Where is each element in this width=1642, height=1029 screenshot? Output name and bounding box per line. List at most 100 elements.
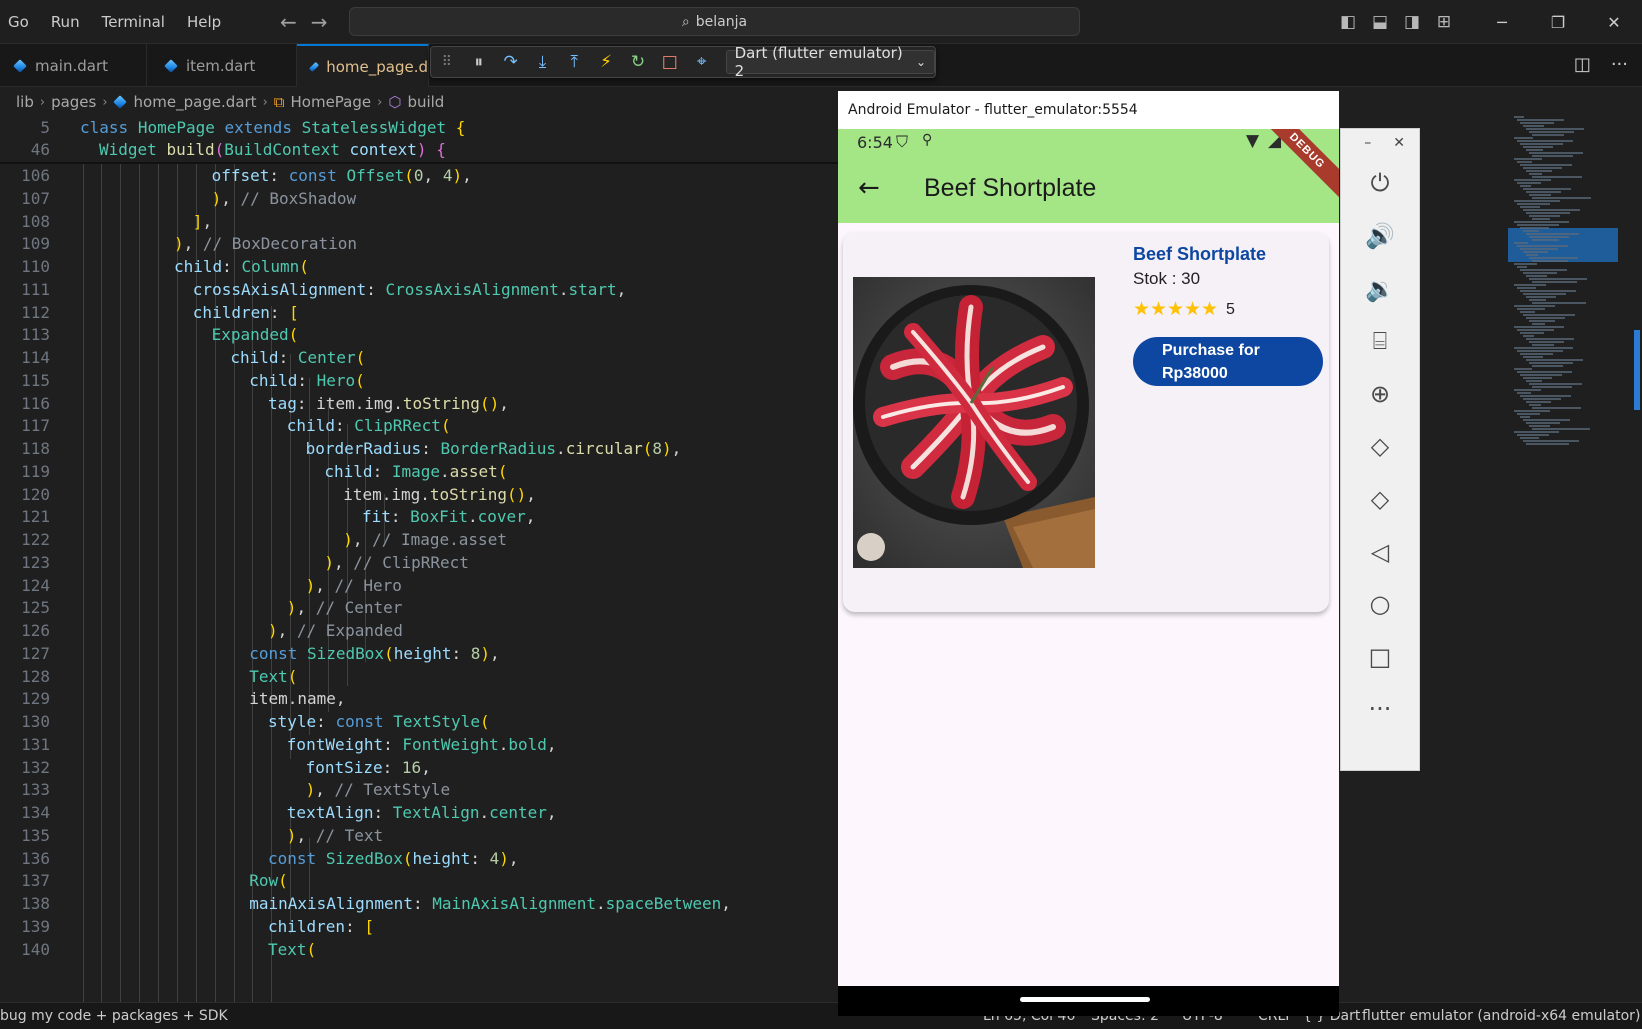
breadcrumb-class[interactable]: HomePage	[291, 93, 372, 111]
step-over-icon[interactable]: ↷	[495, 52, 527, 72]
breadcrumb-method[interactable]: build	[407, 93, 444, 111]
menu-help[interactable]: Help	[187, 13, 221, 31]
menu-terminal[interactable]: Terminal	[102, 13, 165, 31]
forward-arrow-icon[interactable]: →	[311, 10, 328, 34]
code-text: crossAxisAlignment: CrossAxisAlignment.s…	[192, 279, 627, 299]
code-line[interactable]: 123), // ClipRRect	[0, 551, 838, 575]
step-out-icon[interactable]: ⤒	[558, 52, 590, 72]
code-line[interactable]: 107), // BoxShadow	[0, 187, 838, 211]
code-line[interactable]: 125), // Center	[0, 596, 838, 620]
code-editor[interactable]: 5 class HomePage extends StatelessWidget…	[0, 116, 838, 1002]
minimap-line	[1529, 215, 1560, 217]
volume-up-icon[interactable]: 🔊	[1341, 222, 1419, 250]
toggle-secondary-sidebar-icon[interactable]: ◨	[1396, 12, 1428, 32]
volume-down-icon[interactable]: 🔉	[1341, 275, 1419, 303]
code-line[interactable]: 127 const SizedBox(height: 8),	[0, 642, 838, 666]
more-icon[interactable]: ···	[1341, 695, 1419, 723]
code-line[interactable]: 108],	[0, 210, 838, 234]
breadcrumb-file[interactable]: home_page.dart	[134, 93, 257, 111]
code-line[interactable]: 110 child: Column(	[0, 255, 838, 279]
toggle-sidebar-icon[interactable]: ◧	[1332, 12, 1364, 32]
camera-icon[interactable]: ⌸	[1341, 327, 1419, 355]
menu-run[interactable]: Run	[51, 13, 80, 31]
close-icon[interactable]: ✕	[1393, 135, 1405, 151]
home-icon[interactable]: ○	[1341, 590, 1419, 618]
tab-home-page-dart[interactable]: home_page.d	[297, 44, 429, 87]
back-arrow-icon[interactable]: ←	[280, 10, 297, 34]
code-line[interactable]: 120 item.img.toString(),	[0, 483, 838, 507]
status-debug-mode[interactable]: bug my code + packages + SDK	[0, 1008, 228, 1024]
code-line[interactable]: 116 tag: item.img.toString(),	[0, 392, 838, 416]
drag-handle-icon[interactable]: ⠿	[431, 54, 463, 70]
scrollbar-thumb[interactable]	[1634, 330, 1640, 410]
minimize-icon[interactable]: –	[1364, 135, 1371, 151]
code-line[interactable]: 118 borderRadius: BorderRadius.circular(8…	[0, 437, 838, 461]
code-line[interactable]: 109), // BoxDecoration	[0, 232, 838, 256]
restart-icon[interactable]: ↻	[622, 52, 654, 72]
emulator-title-bar[interactable]: Android Emulator - flutter_emulator:5554	[838, 91, 1339, 129]
back-icon[interactable]: ◁	[1341, 538, 1419, 566]
code-line[interactable]: 129 item.name,	[0, 687, 838, 711]
sticky-line-class[interactable]: class HomePage extends StatelessWidget {	[80, 118, 465, 137]
code-line[interactable]: 130 style: const TextStyle(	[0, 710, 838, 734]
close-icon[interactable]: ✕	[1586, 13, 1642, 32]
code-line[interactable]: 121 fit: BoxFit.cover,	[0, 505, 838, 529]
stop-icon[interactable]: □	[654, 52, 686, 72]
debug-target-select[interactable]: Dart (flutter emulator) 2 ⌄	[725, 44, 936, 80]
code-line[interactable]: 128 Text(	[0, 665, 838, 689]
code-line[interactable]: 115 child: Hero(	[0, 369, 838, 393]
code-line[interactable]: 138 mainAxisAlignment: MainAxisAlignment.…	[0, 892, 838, 916]
code-text: ), // Center	[286, 598, 403, 618]
code-line[interactable]: 122), // Image.asset	[0, 528, 838, 552]
code-line[interactable]: 132 fontSize: 16,	[0, 756, 838, 780]
split-editor-icon[interactable]: ◫	[1574, 54, 1591, 75]
code-line[interactable]: 139 children: [	[0, 915, 838, 939]
code-line[interactable]: 134 textAlign: TextAlign.center,	[0, 801, 838, 825]
code-line[interactable]: 111 crossAxisAlignment: CrossAxisAlignmen…	[0, 278, 838, 302]
more-actions-icon[interactable]: ···	[1611, 54, 1628, 75]
title-bar: Go Run Terminal Help ← → ⌕ belanja ◧ ⬓ ◨…	[0, 0, 1642, 44]
code-line[interactable]: 131 fontWeight: FontWeight.bold,	[0, 733, 838, 757]
code-line[interactable]: 136 const SizedBox(height: 4),	[0, 847, 838, 871]
hot-reload-icon[interactable]: ⚡	[590, 52, 622, 72]
power-icon[interactable]: ⏻	[1341, 169, 1419, 197]
home-gesture-handle[interactable]	[1020, 997, 1150, 1002]
code-line[interactable]: 112 children: [	[0, 301, 838, 325]
command-center-search[interactable]: ⌕ belanja	[349, 7, 1080, 36]
zoom-icon[interactable]: ⊕	[1341, 380, 1419, 408]
restore-icon[interactable]: ❐	[1530, 13, 1586, 32]
customize-layout-icon[interactable]: ⊞	[1428, 12, 1460, 32]
pause-icon[interactable]: ⏸	[463, 52, 495, 72]
product-image[interactable]	[853, 277, 1095, 568]
sticky-line-build[interactable]: Widget build(BuildContext context) {	[99, 140, 446, 159]
code-line[interactable]: 126), // Expanded	[0, 619, 838, 643]
code-line[interactable]: 140 Text(	[0, 938, 838, 962]
purchase-button[interactable]: Purchase for Rp38000	[1133, 337, 1323, 386]
code-line[interactable]: 124), // Hero	[0, 574, 838, 598]
overview-icon[interactable]: □	[1341, 643, 1419, 671]
rotate-right-icon[interactable]: ◇	[1341, 485, 1419, 513]
minimize-icon[interactable]: ─	[1474, 13, 1530, 32]
status-device[interactable]: flutter emulator (android-x64 emulator)	[1362, 1008, 1640, 1024]
step-into-icon[interactable]: ⤓	[527, 52, 559, 72]
code-line[interactable]: 133), // TextStyle	[0, 778, 838, 802]
code-line[interactable]: 137 Row(	[0, 869, 838, 893]
code-line[interactable]: 113 Expanded(	[0, 323, 838, 347]
rotate-left-icon[interactable]: ◇	[1341, 432, 1419, 460]
tab-main-dart[interactable]: main.dart	[0, 44, 147, 87]
tab-item-dart[interactable]: item.dart	[147, 44, 297, 87]
toggle-panel-icon[interactable]: ⬓	[1364, 12, 1396, 32]
minimap[interactable]	[1508, 116, 1628, 1002]
code-line[interactable]: 135), // Text	[0, 824, 838, 848]
back-arrow-icon[interactable]: ←	[858, 173, 880, 203]
menu-go[interactable]: Go	[8, 13, 29, 31]
breadcrumb-pages[interactable]: pages	[51, 93, 96, 111]
minimap-line	[1526, 338, 1574, 340]
code-line[interactable]: 119 child: Image.asset(	[0, 460, 838, 484]
code-line[interactable]: 117 child: ClipRRect(	[0, 414, 838, 438]
devtools-icon[interactable]: ⌖	[686, 52, 718, 72]
code-line[interactable]: 114 child: Center(	[0, 346, 838, 370]
device-screen[interactable]: 6:54 ⛉ ⚲ ▼ ◢ ← Beef Shortplate DEBUG Bee…	[838, 129, 1339, 986]
breadcrumb-lib[interactable]: lib	[16, 93, 34, 111]
code-line[interactable]: 106 offset: const Offset(0, 4),	[0, 164, 838, 188]
